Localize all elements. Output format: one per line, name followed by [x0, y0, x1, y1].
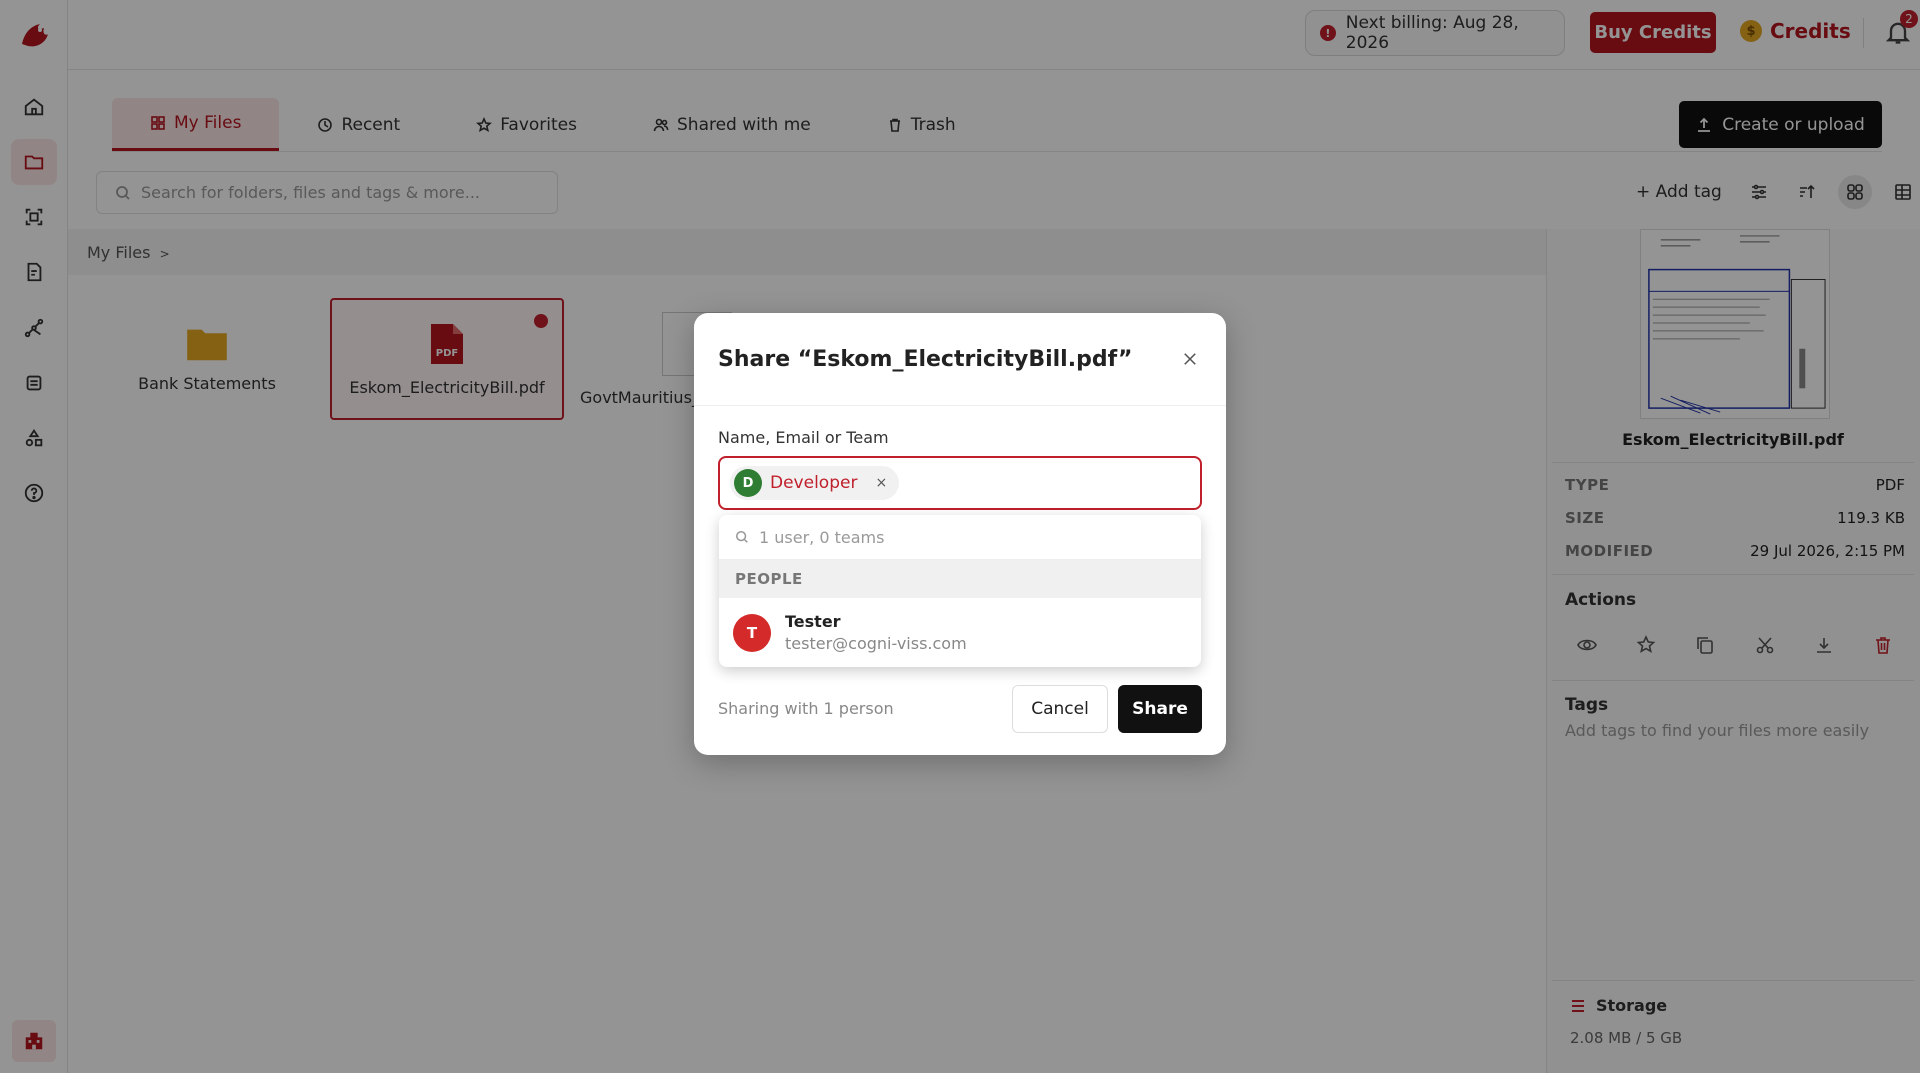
cancel-button[interactable]: Cancel — [1012, 685, 1108, 733]
chip-name: Developer — [770, 473, 858, 493]
dialog-header: Share “Eskom_ElectricityBill.pdf” — [694, 313, 1226, 406]
person-name: Tester — [785, 612, 841, 631]
suggestion-search-placeholder: 1 user, 0 teams — [759, 527, 885, 547]
avatar: T — [733, 613, 771, 652]
search-icon — [735, 530, 748, 543]
recipient-field-label: Name, Email or Team — [718, 428, 889, 447]
people-group-label: PEOPLE — [719, 560, 1201, 598]
share-button[interactable]: Share — [1118, 685, 1202, 733]
sharing-summary: Sharing with 1 person — [718, 699, 894, 718]
dialog-title: Share “Eskom_ElectricityBill.pdf” — [718, 346, 1133, 372]
recipient-suggestions: 1 user, 0 teams PEOPLE T Tester tester@c… — [719, 515, 1201, 667]
suggestion-search-input[interactable]: 1 user, 0 teams — [719, 515, 1201, 560]
person-email: tester@cogni-viss.com — [785, 634, 967, 653]
close-icon[interactable] — [1178, 347, 1202, 371]
recipient-chip: D Developer × — [730, 466, 900, 500]
chip-avatar: D — [734, 469, 762, 497]
person-option[interactable]: T Tester tester@cogni-viss.com — [719, 598, 1201, 667]
recipient-input[interactable]: D Developer × — [718, 456, 1202, 510]
chip-remove-icon[interactable]: × — [875, 475, 887, 491]
